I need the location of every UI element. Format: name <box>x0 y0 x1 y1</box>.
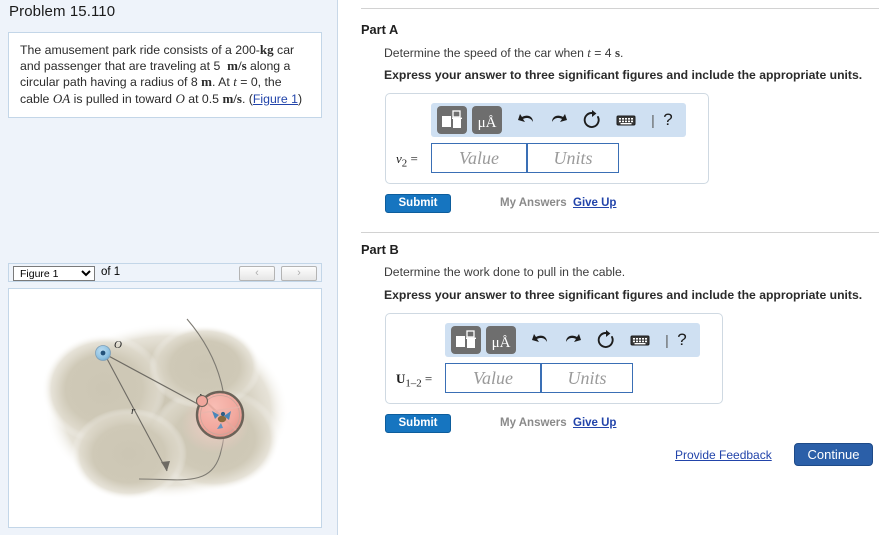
page-title: Problem 15.110 <box>9 3 116 20</box>
part-b-units-input[interactable]: Units <box>541 363 633 393</box>
redo-icon[interactable] <box>562 329 584 351</box>
part-a-answer-box: μÅ | ? v2 = Value Units <box>385 93 709 184</box>
pivot-hub-O <box>95 345 111 361</box>
part-b-my-answers-label: My Answers <box>500 417 567 429</box>
math-template-icon[interactable] <box>451 326 481 354</box>
part-a-my-answers-label: My Answers <box>500 197 567 209</box>
figure-select[interactable]: Figure 1 <box>13 266 95 281</box>
reset-icon[interactable] <box>581 109 603 131</box>
part-b-answer-box: μÅ | ? U1–2 = Value Units <box>385 313 723 404</box>
part-a-give-up-link[interactable]: Give Up <box>573 197 616 209</box>
divider-between-parts <box>361 232 879 233</box>
undo-icon[interactable] <box>529 329 551 351</box>
label-O: O <box>114 339 122 351</box>
units-mu-angstrom-icon[interactable]: μÅ <box>486 326 516 354</box>
svg-text:μÅ: μÅ <box>478 115 497 131</box>
problem-statement-text: The amusement park ride consists of a 20… <box>20 42 303 106</box>
part-b-prompt: Determine the work done to pull in the c… <box>384 265 626 279</box>
part-a-prompt: Determine the speed of the car when t = … <box>384 45 624 60</box>
ground-shadow <box>42 323 289 500</box>
figure-prev-button[interactable]: ‹ <box>239 266 275 281</box>
part-b-answer-label: U1–2 = <box>396 371 433 390</box>
label-r: r <box>131 405 136 417</box>
svg-text:μÅ: μÅ <box>492 335 511 351</box>
part-a-heading: Part A <box>361 22 399 37</box>
part-a-units-input[interactable]: Units <box>527 143 619 173</box>
problem-sidebar: Problem 15.110 The amusement park ride c… <box>0 0 338 535</box>
help-icon[interactable]: ? <box>657 109 679 131</box>
part-a-answer-toolbar: μÅ | ? <box>431 103 686 137</box>
figure-1-link[interactable]: Figure 1 <box>253 92 298 106</box>
part-b-answer-toolbar: μÅ | ? <box>445 323 700 357</box>
undo-icon[interactable] <box>515 109 537 131</box>
figure-selector-bar: Figure 1 of 1 ‹ › <box>8 263 322 282</box>
figure-count-label: of 1 <box>101 266 121 278</box>
part-a-value-input[interactable]: Value <box>431 143 527 173</box>
part-a-instruction: Express your answer to three significant… <box>384 68 863 82</box>
part-b-give-up-link[interactable]: Give Up <box>573 417 616 429</box>
redo-icon[interactable] <box>548 109 570 131</box>
figure-next-button[interactable]: › <box>281 266 317 281</box>
reset-icon[interactable] <box>595 329 617 351</box>
part-b-value-input[interactable]: Value <box>445 363 541 393</box>
provide-feedback-link[interactable]: Provide Feedback <box>675 448 772 462</box>
part-a-submit-button[interactable]: Submit <box>385 194 451 213</box>
part-b-submit-button[interactable]: Submit <box>385 414 451 433</box>
part-b-heading: Part B <box>361 242 399 257</box>
continue-button[interactable]: Continue <box>794 443 873 466</box>
units-mu-angstrom-icon[interactable]: μÅ <box>472 106 502 134</box>
figure-image-container[interactable]: O A r <box>8 288 322 528</box>
keyboard-icon[interactable] <box>615 109 637 131</box>
divider-top <box>361 8 879 9</box>
parts-panel: Part A Determine the speed of the car wh… <box>339 0 879 535</box>
amusement-park-ride-diagram: O A r <box>42 318 289 500</box>
ride-car <box>195 390 245 440</box>
part-a-answer-label: v2 = <box>396 151 418 170</box>
math-template-icon[interactable] <box>437 106 467 134</box>
part-b-instruction: Express your answer to three significant… <box>384 288 863 302</box>
mastering-physics-problem-page: Problem 15.110 The amusement park ride c… <box>0 0 879 535</box>
help-icon[interactable]: ? <box>671 329 693 351</box>
problem-statement-box: The amusement park ride consists of a 20… <box>8 32 322 118</box>
keyboard-icon[interactable] <box>629 329 651 351</box>
